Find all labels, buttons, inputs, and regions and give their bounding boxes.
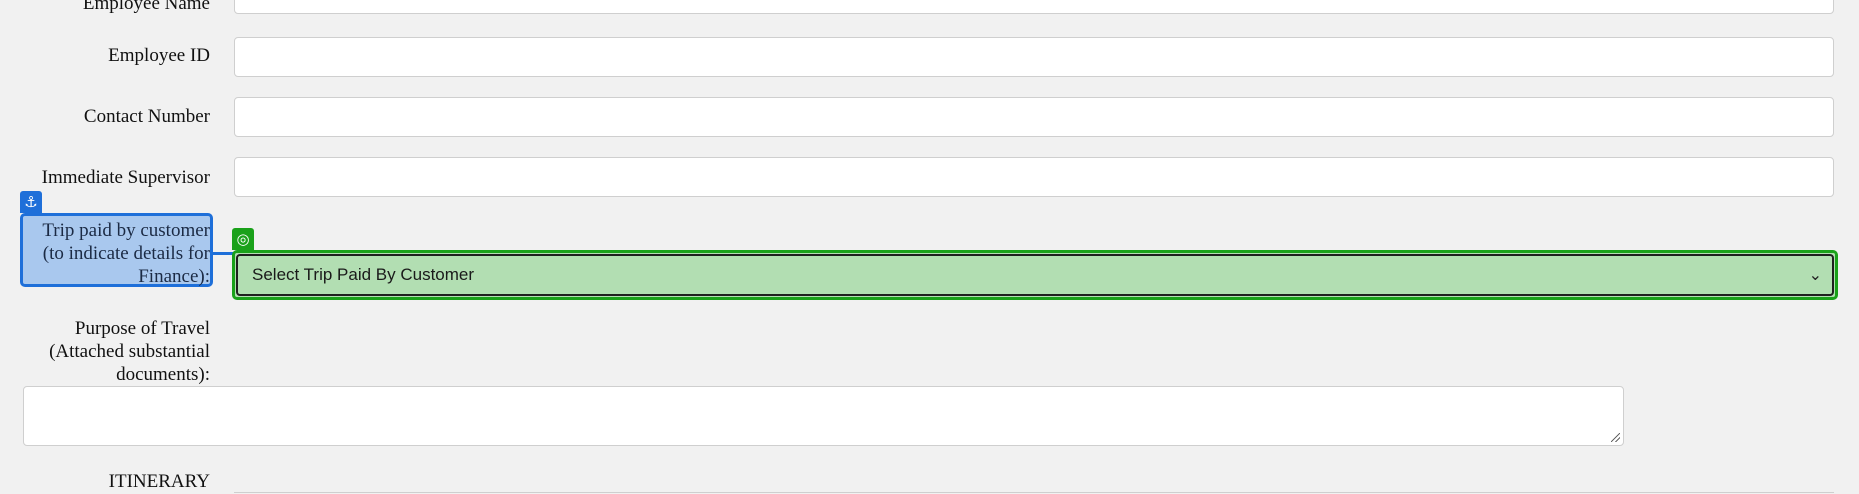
chevron-down-icon: ⌄	[1808, 265, 1822, 284]
target-icon: ◎	[232, 228, 254, 250]
trip-paid-label-line3: Finance):	[138, 266, 210, 287]
trip-paid-label: Trip paid by customer (to indicate detai…	[42, 219, 210, 288]
contact-number-input[interactable]	[234, 97, 1834, 137]
trip-paid-select[interactable]: Select Trip Paid By Customer ⌄	[236, 254, 1834, 296]
purpose-label-line1: Purpose of Travel	[74, 318, 210, 339]
employee-name-input[interactable]	[234, 0, 1834, 14]
resize-handle[interactable]	[1611, 433, 1620, 442]
anchor-icon: ⚓	[20, 191, 42, 213]
trip-paid-select-value: Select Trip Paid By Customer	[252, 265, 475, 284]
itinerary-input-top-edge	[234, 492, 1834, 493]
contact-number-label: Contact Number	[83, 106, 210, 127]
purpose-label-line3: documents):	[116, 364, 210, 385]
trip-paid-label-line1: Trip paid by customer	[42, 220, 210, 241]
employee-id-input[interactable]	[234, 37, 1834, 77]
immediate-supervisor-label: Immediate Supervisor	[41, 167, 210, 188]
purpose-textarea[interactable]	[23, 386, 1624, 446]
purpose-label-line2: (Attached substantial	[49, 341, 210, 362]
trip-paid-label-line2: (to indicate details for	[42, 243, 210, 264]
employee-id-label: Employee ID	[108, 45, 210, 66]
employee-name-label: Employee Name	[82, 0, 210, 14]
immediate-supervisor-input[interactable]	[234, 157, 1834, 197]
purpose-label: Purpose of Travel (Attached substantial …	[49, 317, 210, 386]
itinerary-heading: ITINERARY	[108, 471, 210, 492]
